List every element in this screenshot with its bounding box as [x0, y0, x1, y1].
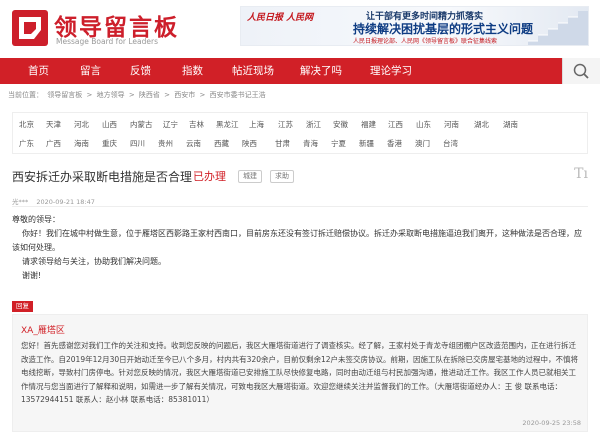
message-paragraph: 请求领导给与关注，协助我们解决问题。 [22, 257, 166, 266]
banner-brand: 人民日报 人民网 [247, 13, 314, 23]
breadcrumb-label: 当前位置： [8, 91, 43, 99]
logo-subtitle: Message Board for Leaders [56, 37, 159, 46]
region-link[interactable]: 宁夏 [331, 138, 346, 149]
nav-message[interactable]: 留言 [80, 58, 101, 84]
site-header: 领导留言板 Message Board for Leaders 人民日报 人民网… [0, 0, 600, 58]
region-link[interactable]: 云南 [186, 138, 201, 149]
search-button[interactable] [562, 58, 600, 84]
nav-field[interactable]: 帖近现场 [232, 58, 274, 84]
region-link[interactable]: 湖南 [503, 119, 518, 130]
post-time: 2020-09-21 18:47 [36, 198, 95, 206]
region-link[interactable]: 上海 [249, 119, 264, 130]
region-link[interactable]: 甘肃 [275, 138, 290, 149]
region-link[interactable]: 陕西 [242, 138, 257, 149]
breadcrumb: 当前位置： 领导留言板 > 地方领导 > 陕西省 > 西安市 > 西安市委书记王… [8, 90, 268, 100]
nav-theory[interactable]: 理论学习 [370, 58, 412, 84]
region-link[interactable]: 江西 [388, 119, 403, 130]
message-greeting: 尊敬的领导： [12, 215, 60, 224]
reply-time: 2020-09-25 23:58 [522, 419, 581, 427]
region-link[interactable]: 青海 [303, 138, 318, 149]
nav-home[interactable]: 首页 [28, 58, 49, 84]
breadcrumb-sep: > [164, 91, 171, 99]
region-link[interactable]: 北京 [19, 119, 34, 130]
breadcrumb-sep: > [128, 91, 135, 99]
breadcrumb-sep: > [86, 91, 93, 99]
stairs-graphic-icon [528, 11, 588, 45]
region-grid: 北京 天津 河北 山西 内蒙古 辽宁 吉林 黑龙江 上海 江苏 浙江 安徽 福建 江西 山东 河南 湖北 湖南广东… [12, 112, 588, 154]
reply-badge: 回复 [12, 301, 33, 312]
breadcrumb-item[interactable]: 西安市委书记王浩 [210, 91, 266, 99]
region-link[interactable]: 四川 [130, 138, 145, 149]
logo-mark-icon [12, 10, 48, 46]
region-link[interactable]: 贵州 [158, 138, 173, 149]
promo-banner[interactable]: 人民日报 人民网 让干部有更多时间精力抓落实 持续解决困扰基层的形式主义问题 人… [240, 6, 589, 46]
region-link[interactable]: 西藏 [214, 138, 229, 149]
breadcrumb-item[interactable]: 陕西省 [139, 91, 160, 99]
region-link[interactable]: 澳门 [415, 138, 430, 149]
nav-index[interactable]: 指数 [182, 58, 203, 84]
post-author: 光*** [12, 198, 29, 206]
tag-help[interactable]: 求助 [270, 170, 294, 183]
main-nav: 首页 留言 反馈 指数 帖近现场 解决了吗 理论学习 [0, 58, 600, 84]
region-link[interactable]: 山东 [416, 119, 431, 130]
reply-text: 您好！首先感谢您对我们工作的关注和支持。收到您反映的问题后，我区大雁塔街道进行了… [21, 341, 579, 404]
region-link[interactable]: 香港 [387, 138, 402, 149]
message-paragraph: 你好！我们在城中村做生意，位于雁塔区西影路王家村西南口，目前房东还没有签订拆迁赔… [12, 229, 582, 252]
divider [12, 206, 588, 207]
region-link[interactable]: 广东 [19, 138, 34, 149]
reply-author: XA_雁塔区 [21, 326, 65, 336]
status-badge: 已办理 [193, 170, 226, 183]
region-link[interactable]: 河北 [74, 119, 89, 130]
tag-urban-construction[interactable]: 城建 [238, 170, 262, 183]
breadcrumb-item[interactable]: 领导留言板 [47, 91, 82, 99]
reply-box: XA_雁塔区 您好！首先感谢您对我们工作的关注和支持。收到您反映的问题后，我区大… [12, 314, 588, 432]
region-link[interactable]: 湖北 [474, 119, 489, 130]
post-title-row: 西安拆迁办采取断电措施是否合理 已办理 城建 求助 Tı [12, 166, 588, 188]
region-link[interactable]: 山西 [102, 119, 117, 130]
region-link[interactable]: 吉林 [189, 119, 204, 130]
search-icon [573, 63, 589, 79]
post-title: 西安拆迁办采取断电措施是否合理 [12, 170, 193, 184]
site-logo[interactable]: 领导留言板 Message Board for Leaders [10, 8, 180, 48]
font-size-icon[interactable]: Tı [574, 166, 588, 182]
region-link[interactable]: 河南 [444, 119, 459, 130]
region-link[interactable]: 江苏 [278, 119, 293, 130]
message-paragraph: 谢谢! [22, 271, 42, 280]
region-link[interactable]: 浙江 [306, 119, 321, 130]
breadcrumb-item[interactable]: 地方领导 [97, 91, 125, 99]
banner-line-3: 人民日报理论部、人民网《领导留言板》联合征集线索 [353, 38, 498, 45]
region-link[interactable]: 辽宁 [163, 119, 178, 130]
region-link[interactable]: 广西 [46, 138, 61, 149]
region-link[interactable]: 海南 [74, 138, 89, 149]
region-link[interactable]: 天津 [46, 119, 61, 130]
region-link[interactable]: 台湾 [443, 138, 458, 149]
region-link[interactable]: 新疆 [359, 138, 374, 149]
nav-solved[interactable]: 解决了吗 [300, 58, 342, 84]
region-link[interactable]: 安徽 [333, 119, 348, 130]
banner-line-2: 持续解决困扰基层的形式主义问题 [353, 22, 534, 36]
post-meta: 光*** 2020-09-21 18:47 [12, 196, 95, 206]
breadcrumb-item[interactable]: 西安市 [174, 91, 195, 99]
region-link[interactable]: 内蒙古 [130, 119, 153, 130]
breadcrumb-sep: > [199, 91, 206, 99]
message-body: 尊敬的领导： 你好！我们在城中村做生意，位于雁塔区西影路王家村西南口，目前房东还… [12, 213, 588, 283]
nav-feedback[interactable]: 反馈 [130, 58, 151, 84]
region-link[interactable]: 重庆 [102, 138, 117, 149]
region-link[interactable]: 福建 [361, 119, 376, 130]
region-link[interactable]: 黑龙江 [216, 119, 239, 130]
